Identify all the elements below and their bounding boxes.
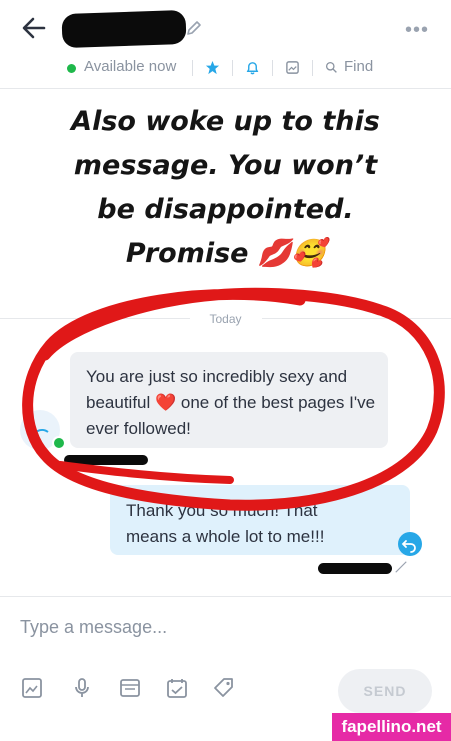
incoming-message-text: You are just so incredibly sexy and beau… [86, 367, 376, 438]
redacted-timestamp [318, 563, 392, 574]
header-divider [0, 88, 451, 89]
reply-icon[interactable] [398, 532, 422, 556]
overlay-line: Promise 💋🥰 [125, 238, 326, 269]
message-input[interactable]: Type a message... [20, 617, 167, 638]
overlay-caption: Also woke up to this message. You won’t … [0, 100, 451, 276]
overlay-line: be disappointed. [97, 194, 354, 225]
schedule-icon[interactable] [165, 676, 189, 700]
read-check-icon [395, 561, 407, 573]
separator [232, 60, 233, 76]
more-options-icon[interactable]: ••• [405, 20, 429, 40]
price-tag-icon[interactable] [212, 676, 236, 700]
date-divider: Today [209, 312, 242, 326]
vault-icon[interactable] [118, 676, 142, 700]
find-button[interactable]: Find [344, 58, 373, 75]
online-indicator [52, 436, 66, 450]
overlay-line: message. You won’t [73, 150, 378, 181]
outgoing-line: means a whole lot to me!!! [126, 527, 325, 546]
overlay-line: Also woke up to this [71, 106, 380, 137]
status-text: Available now [84, 58, 177, 75]
separator [272, 60, 273, 76]
online-indicator [67, 64, 76, 73]
watermark: fapellino.net [332, 713, 451, 741]
search-icon[interactable] [325, 61, 338, 74]
star-icon[interactable] [205, 60, 220, 75]
composer-divider [0, 596, 451, 597]
microphone-icon[interactable] [70, 676, 94, 700]
bell-icon[interactable] [245, 60, 260, 75]
redacted-username [61, 9, 187, 49]
separator [192, 60, 193, 76]
separator [312, 60, 313, 76]
back-arrow-icon[interactable] [20, 14, 48, 42]
outgoing-line: Thank you so much! That [126, 501, 318, 520]
send-button[interactable]: SEND [338, 669, 432, 713]
image-icon[interactable] [20, 676, 44, 700]
outgoing-message-text: Thank you so much! That means a whole lo… [126, 498, 396, 550]
edit-pencil-icon[interactable] [185, 19, 203, 37]
redacted-sender-name [64, 455, 148, 465]
gallery-icon[interactable] [285, 60, 300, 75]
